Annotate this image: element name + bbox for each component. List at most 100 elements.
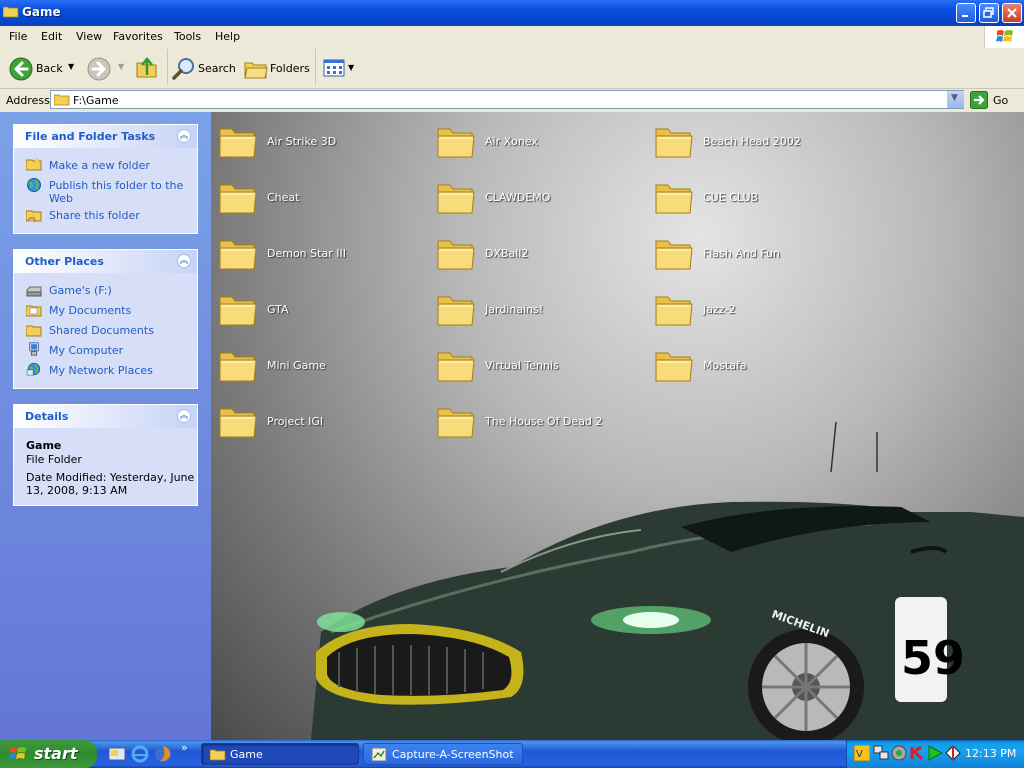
publish-folder-link[interactable]: Publish this folder to the [49, 179, 183, 192]
search-button[interactable]: Search [171, 54, 237, 82]
folder-item[interactable]: Flash And Fun [647, 225, 865, 273]
network-tray-icon[interactable] [873, 745, 889, 761]
folder-item[interactable]: Jazz-2 [647, 281, 865, 329]
taskbar-button-game[interactable]: Game [201, 743, 359, 765]
folder-item[interactable]: Virtual Tennis [429, 337, 647, 385]
folder-item[interactable]: Beach Head 2002 [647, 113, 865, 161]
collapse-chevron-icon[interactable]: ︽ [177, 129, 191, 143]
folder-icon [437, 179, 475, 215]
folder-icon [219, 403, 257, 439]
details-modified-line1: Date Modified: Yesterday, June [26, 471, 195, 484]
panel-body: Make a new folder Publish this folder to… [14, 148, 197, 233]
folder-item[interactable]: GTA [211, 281, 429, 329]
collapse-chevron-icon[interactable]: ︽ [177, 254, 191, 268]
clock[interactable]: 12:13 PM [965, 747, 1016, 760]
folder-label: DXBall2 [485, 247, 529, 260]
folder-item[interactable]: Project IGI [211, 393, 429, 441]
folder-icon [437, 123, 475, 159]
show-desktop-icon[interactable] [108, 745, 126, 763]
folder-item[interactable]: Mostafa [647, 337, 865, 385]
make-new-folder-link[interactable]: Make a new folder [49, 159, 150, 172]
system-tray: V 12:13 PM [846, 740, 1024, 768]
other-places-panel: Other Places ︽ Game's (F:) My Documents … [13, 249, 198, 389]
menu-tools[interactable]: Tools [174, 30, 201, 43]
menu-edit[interactable]: Edit [41, 30, 62, 43]
folder-item[interactable]: Mini Game [211, 337, 429, 385]
views-dropdown-icon[interactable]: ▼ [348, 63, 354, 72]
address-bar: Address F:\Game ▼ Go [0, 89, 1024, 112]
address-field[interactable]: F:\Game ▼ [50, 90, 964, 109]
drive-icon [26, 286, 42, 297]
folder-item[interactable]: Cheat [211, 169, 429, 217]
panel-body: Game's (F:) My Documents Shared Document… [14, 273, 197, 388]
views-grid-icon [323, 59, 345, 77]
publish-folder-link-web[interactable]: Web [49, 192, 73, 205]
details-name: Game [26, 439, 62, 452]
folder-icon [437, 291, 475, 327]
file-view: MICHELIN 59 Air Strike 3D Air Xonex Beach … [211, 112, 1024, 740]
share-folder-link[interactable]: Share this folder [49, 209, 140, 222]
folders-label: Folders [270, 62, 310, 75]
my-documents-icon [26, 305, 42, 317]
folders-button[interactable]: Folders [243, 54, 310, 82]
my-network-places-link[interactable]: My Network Places [49, 364, 153, 377]
menu-file[interactable]: File [9, 30, 27, 43]
address-value[interactable]: F:\Game [73, 94, 119, 107]
go-button[interactable]: Go [968, 90, 1020, 110]
folder-icon [219, 291, 257, 327]
go-label: Go [993, 94, 1009, 107]
other-places-header[interactable]: Other Places ︽ [14, 250, 197, 273]
quick-launch-expand-icon[interactable]: » [181, 741, 188, 754]
internet-explorer-icon[interactable] [131, 745, 149, 763]
close-button[interactable] [1002, 3, 1022, 23]
file-folder-tasks-header[interactable]: File and Folder Tasks ︽ [14, 125, 197, 148]
folder-icon [655, 123, 693, 159]
folder-icon [54, 94, 70, 106]
menu-view[interactable]: View [76, 30, 102, 43]
folder-icon [219, 235, 257, 271]
up-folder-icon[interactable] [136, 57, 158, 79]
title-bar[interactable]: Game [0, 0, 1024, 26]
minimize-button[interactable] [956, 3, 976, 23]
drive-link[interactable]: Game's (F:) [49, 284, 112, 297]
folder-item[interactable]: CLAWDEMO [429, 169, 647, 217]
taskbar-button-label: Capture-A-ScreenShot [392, 748, 514, 761]
folder-item[interactable]: Air Strike 3D [211, 113, 429, 161]
media-tray-icon[interactable] [945, 745, 961, 761]
folder-item[interactable]: Air Xonex [429, 113, 647, 161]
publish-web-icon [27, 178, 41, 192]
folder-label: Flash And Fun [703, 247, 780, 260]
collapse-chevron-icon[interactable]: ︽ [177, 409, 191, 423]
folder-item[interactable]: Demon Star III [211, 225, 429, 273]
folder-item[interactable]: CUE CLUB [647, 169, 865, 217]
forward-button[interactable]: ▼ [86, 54, 126, 82]
menu-favorites[interactable]: Favorites [113, 30, 163, 43]
play-tray-icon[interactable] [927, 745, 943, 761]
start-button[interactable]: start [0, 740, 97, 768]
my-computer-link[interactable]: My Computer [49, 344, 123, 357]
forward-dropdown-icon[interactable]: ▼ [118, 62, 124, 71]
menu-help[interactable]: Help [215, 30, 240, 43]
back-button[interactable]: Back ▼ [6, 54, 78, 82]
folder-label: Beach Head 2002 [703, 135, 801, 148]
address-dropdown[interactable]: ▼ [947, 91, 964, 108]
folder-icon [3, 6, 19, 18]
antivirus-tray-icon[interactable] [909, 745, 925, 761]
folder-icon [219, 123, 257, 159]
firefox-icon[interactable] [154, 745, 172, 763]
shared-documents-link[interactable]: Shared Documents [49, 324, 154, 337]
folder-item[interactable]: DXBall2 [429, 225, 647, 273]
folder-label: Air Strike 3D [267, 135, 337, 148]
folder-item[interactable]: Jardinains! [429, 281, 647, 329]
views-button[interactable]: ▼ [322, 57, 358, 81]
taskbar-button-capture[interactable]: Capture-A-ScreenShot [363, 743, 523, 765]
restore-button[interactable] [979, 3, 999, 23]
tray-app-icon[interactable]: V [854, 745, 870, 761]
details-header[interactable]: Details ︽ [14, 405, 197, 428]
svg-text:V: V [856, 749, 863, 760]
my-documents-link[interactable]: My Documents [49, 304, 131, 317]
back-dropdown-icon[interactable]: ▼ [68, 62, 74, 71]
folder-item[interactable]: The House Of Dead 2 [429, 393, 647, 441]
details-modified-line2: 13, 2008, 9:13 AM [26, 484, 128, 497]
security-tray-icon[interactable] [891, 745, 907, 761]
